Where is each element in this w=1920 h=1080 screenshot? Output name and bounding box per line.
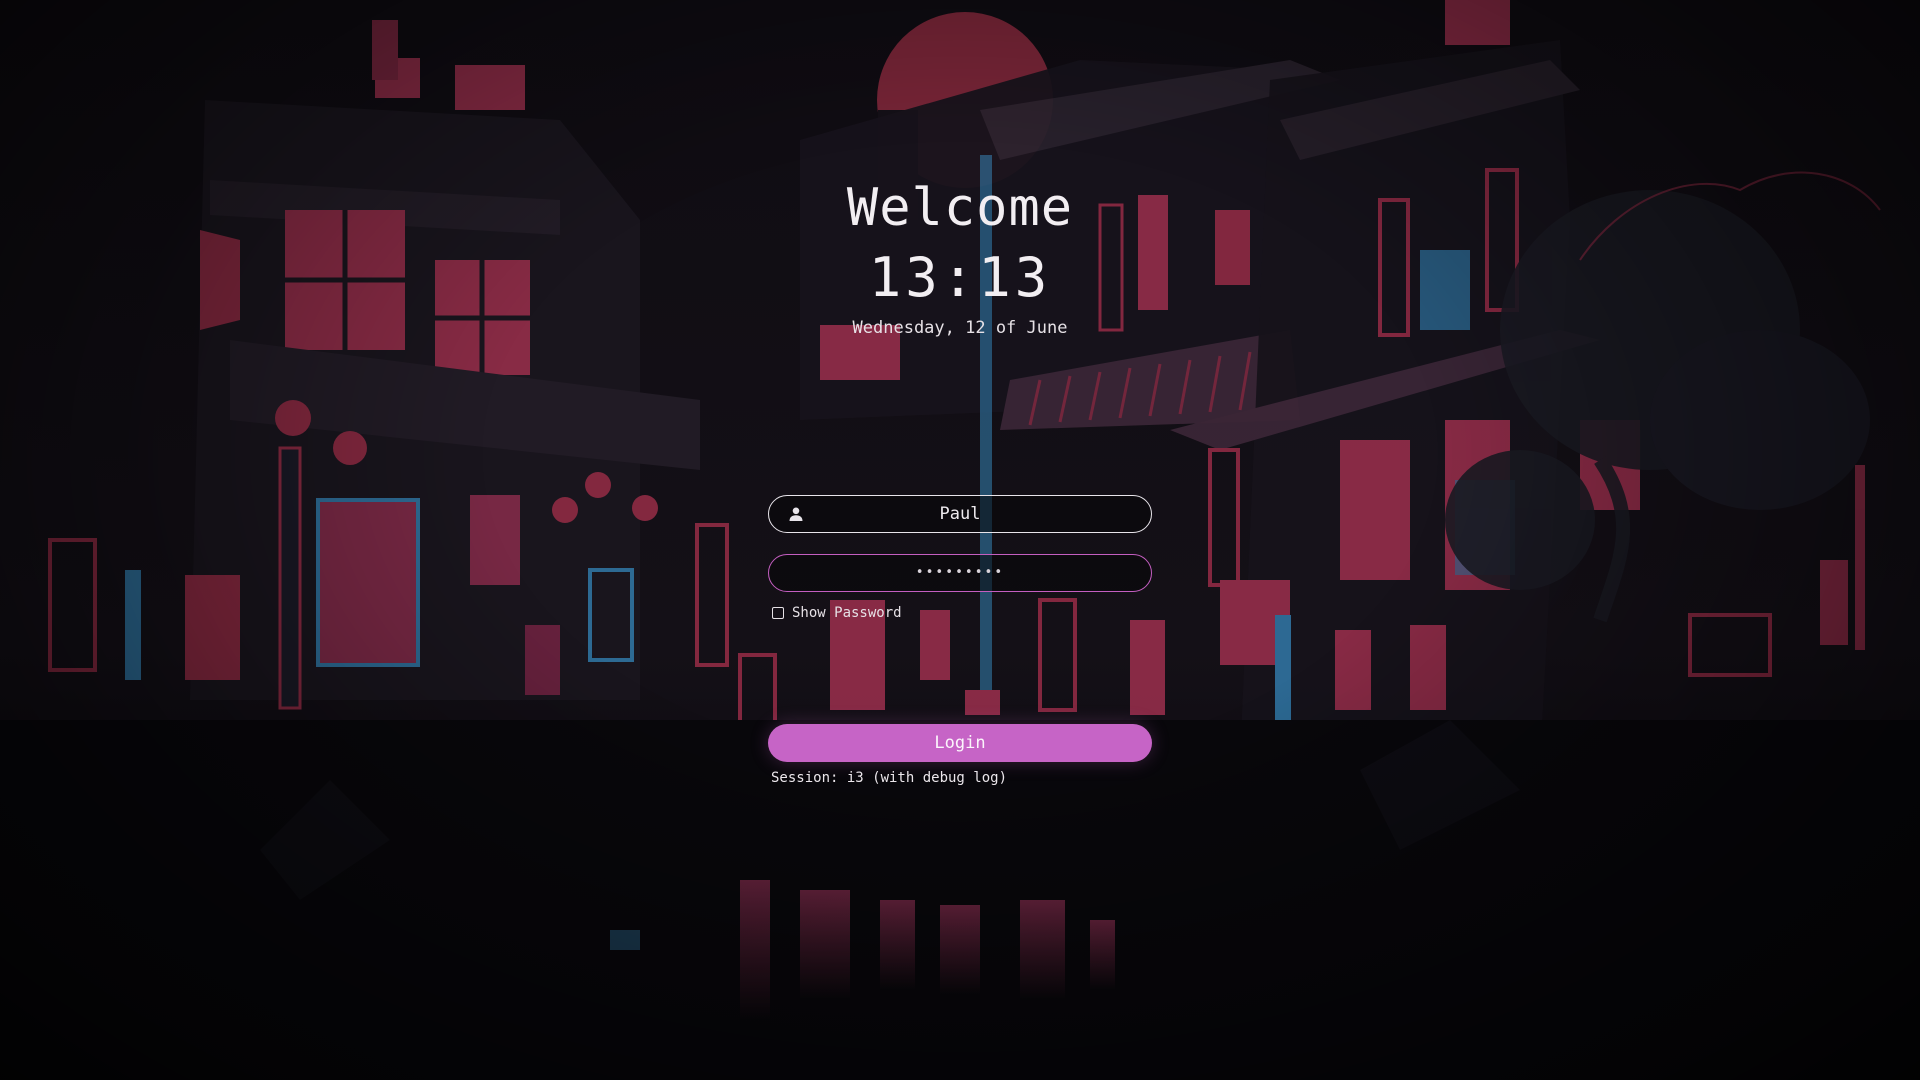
show-password-label: Show Password — [792, 605, 902, 621]
login-button[interactable]: Login — [768, 724, 1152, 762]
date-label: Wednesday, 12 of June — [852, 318, 1068, 338]
clock: 13:13 — [868, 246, 1052, 309]
username-field[interactable]: Paul — [768, 495, 1152, 533]
password-field[interactable]: ••••••••• — [768, 554, 1152, 592]
show-password-checkbox[interactable] — [772, 607, 784, 619]
session-selector[interactable]: Session: i3 (with debug log) — [771, 769, 1007, 787]
show-password-toggle[interactable]: Show Password — [772, 605, 902, 621]
login-screen: Welcome 13:13 Wednesday, 12 of June Paul… — [0, 0, 1920, 1080]
password-mask: ••••••••• — [915, 565, 1005, 580]
welcome-heading: Welcome — [846, 178, 1074, 238]
username-value: Paul — [939, 504, 981, 524]
background-cityscape-illustration — [0, 0, 1920, 1080]
